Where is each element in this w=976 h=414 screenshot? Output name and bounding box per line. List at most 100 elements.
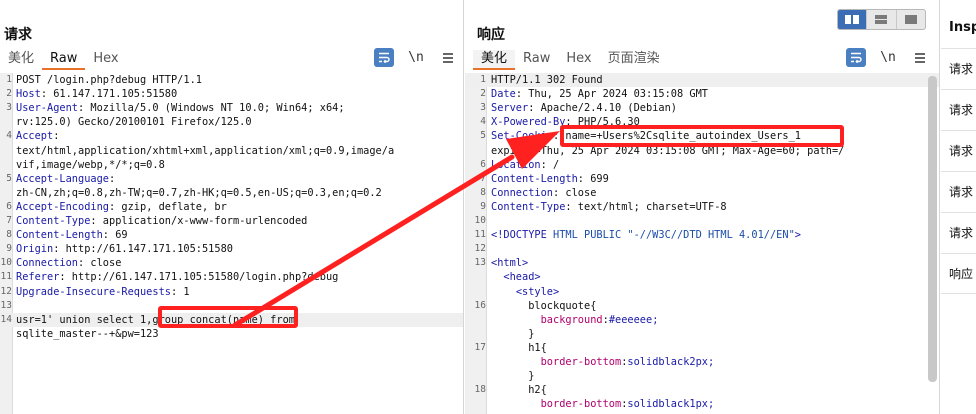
header-name: Server (491, 102, 529, 115)
split-horizontal-icon[interactable] (838, 10, 868, 29)
code-line: 8 Connection: close (465, 186, 939, 200)
response-tab-raw[interactable]: Raw (515, 50, 558, 70)
code-text: Location: / (491, 158, 937, 172)
wrap-lines-icon[interactable] (374, 48, 394, 67)
code-line: 8 Content-Length: 69 (0, 228, 463, 242)
request-tab-pretty[interactable]: 美化 (0, 50, 42, 70)
code-text: } (491, 370, 535, 383)
code-line: 5 Accept-Language: (0, 172, 463, 186)
code-line: 12 Upgrade-Insecure-Requests: 1 (0, 285, 463, 299)
header-value: : text/html; charset=UTF-8 (565, 200, 727, 213)
code-line: 12 (465, 242, 939, 256)
code-line: 18 h2{ (465, 383, 939, 397)
response-title: 响应 (477, 27, 505, 43)
code-line: 4 Accept: (0, 129, 463, 143)
header-value: : / (540, 158, 560, 171)
code-line: 9 Content-Type: text/html; charset=UTF-8 (465, 200, 939, 214)
newline-toggle-button[interactable]: \n (878, 48, 898, 67)
line-number: 8 (480, 186, 486, 198)
code-line: sqlite_master--+&pw=123 (0, 327, 463, 341)
header-name: User-Agent (16, 102, 78, 115)
code-text: Connection: close (16, 256, 461, 270)
header-name: Content-Type (491, 200, 566, 213)
code-text: <html> (491, 257, 529, 270)
line-number: 17 (474, 341, 486, 353)
code-line: 2 Host: 61.147.171.105:51580 (0, 87, 463, 101)
inspector-row[interactable]: 请求 (941, 89, 976, 130)
code-line: 6 Accept-Encoding: gzip, deflate, br (0, 200, 463, 214)
header-name: Set-Cookie (491, 130, 553, 143)
code-line: } (465, 369, 939, 383)
code-line: 1 POST /login.php?debug HTTP/1.1 (0, 73, 463, 87)
inspector-row[interactable]: 请求 (941, 212, 976, 253)
line-number: 7 (6, 215, 12, 226)
code-text: } (491, 327, 535, 340)
code-text: Content-Length: 69 (16, 228, 461, 242)
single-pane-icon[interactable] (897, 10, 925, 29)
inspector-row[interactable]: 请求 (941, 48, 976, 89)
code-line: 10 (465, 214, 939, 228)
line-number: 18 (474, 384, 486, 396)
newline-toggle-button[interactable]: \n (406, 48, 426, 67)
line-number: 4 (480, 116, 486, 128)
code-text: zh-CN,zh;q=0.8,zh-TW;q=0.7,zh-HK;q=0.5,e… (16, 186, 382, 199)
code-line: <style> (465, 285, 939, 299)
line-number: 5 (6, 172, 12, 184)
code-text: <style> (515, 285, 560, 298)
response-tabs: 美化 Raw Hex 页面渲染 (473, 50, 668, 70)
code-text: HTTP/1.1 302 Found (491, 74, 603, 86)
code-line: <head> (465, 270, 939, 284)
response-tab-hex[interactable]: Hex (558, 50, 599, 70)
header-name: Host (16, 88, 41, 101)
header-name: Referer (16, 271, 60, 284)
header-value: : (53, 130, 60, 143)
code-line: } (465, 327, 939, 341)
response-tab-pretty[interactable]: 美化 (473, 50, 516, 70)
response-tab-render[interactable]: 页面渲染 (600, 50, 668, 70)
line-number: 1 (6, 74, 12, 85)
inspector-row[interactable]: 请求 (941, 130, 976, 171)
code-line: 10 Connection: close (0, 256, 463, 270)
code-text: Server: Apache/2.4.10 (Debian) (491, 101, 937, 115)
header-name: Content-Type (16, 215, 91, 227)
header-name: Date (491, 88, 516, 101)
line-number: 13 (474, 257, 486, 269)
line-number: 16 (474, 299, 486, 311)
inspector-row[interactable]: 请求 (941, 171, 976, 212)
line-number: 14 (0, 313, 12, 325)
inspector-pane: Insp 请求 请求 请求 请求 请求 响应 (941, 0, 976, 414)
response-toolbar: \n (846, 48, 939, 67)
response-pane: 响应 美化 Raw Hex 页面渲染 \n 1 HTTP/1.1 302 Foun… (465, 0, 940, 414)
inspector-row[interactable]: 响应 (941, 253, 976, 294)
header-name: Content-Length (16, 229, 103, 242)
header-value: : 69 (102, 229, 128, 242)
annotation-box-cookie (560, 125, 844, 147)
request-toolbar: \n (374, 48, 463, 67)
code-text: Origin: http://61.147.171.105:51580 (16, 242, 461, 256)
hamburger-menu-icon[interactable] (910, 48, 930, 67)
code-text: POST /login.php?debug HTTP/1.1 (16, 74, 202, 86)
header-name: X-Powered-By (491, 116, 566, 129)
line-number: 8 (6, 229, 12, 241)
code-line: 7 Content-Type: application/x-www-form-ur… (0, 214, 463, 228)
code-text: Content-Type: application/x-www-form-url… (16, 214, 461, 228)
line-number: 1 (480, 74, 486, 85)
header-name: Origin (16, 243, 54, 256)
header-value: : 1 (170, 285, 190, 298)
code-text: Content-Length: 699 (491, 172, 937, 186)
request-editor[interactable]: 1 POST /login.php?debug HTTP/1.1 2 Host: 61… (0, 73, 463, 414)
wrap-lines-icon[interactable] (846, 48, 866, 67)
code-line: zh-CN,zh;q=0.8,zh-TW;q=0.7,zh-HK;q=0.5,e… (0, 186, 463, 200)
code-text: blockquote{ (491, 299, 597, 312)
code-line: 16 blockquote{ (465, 299, 939, 313)
header-name: Accept-Language (16, 172, 109, 185)
code-line: 2 Date: Thu, 25 Apr 2024 03:15:08 GMT (465, 87, 939, 101)
split-vertical-icon[interactable] (867, 10, 897, 29)
response-scrollbar[interactable] (928, 76, 937, 382)
hamburger-menu-icon[interactable] (438, 48, 458, 67)
request-tab-hex[interactable]: Hex (85, 50, 126, 70)
code-text: Accept-Encoding: gzip, deflate, br (16, 200, 461, 214)
line-number: 10 (0, 257, 12, 269)
line-number: 11 (474, 229, 486, 241)
request-tab-raw[interactable]: Raw (42, 50, 86, 70)
